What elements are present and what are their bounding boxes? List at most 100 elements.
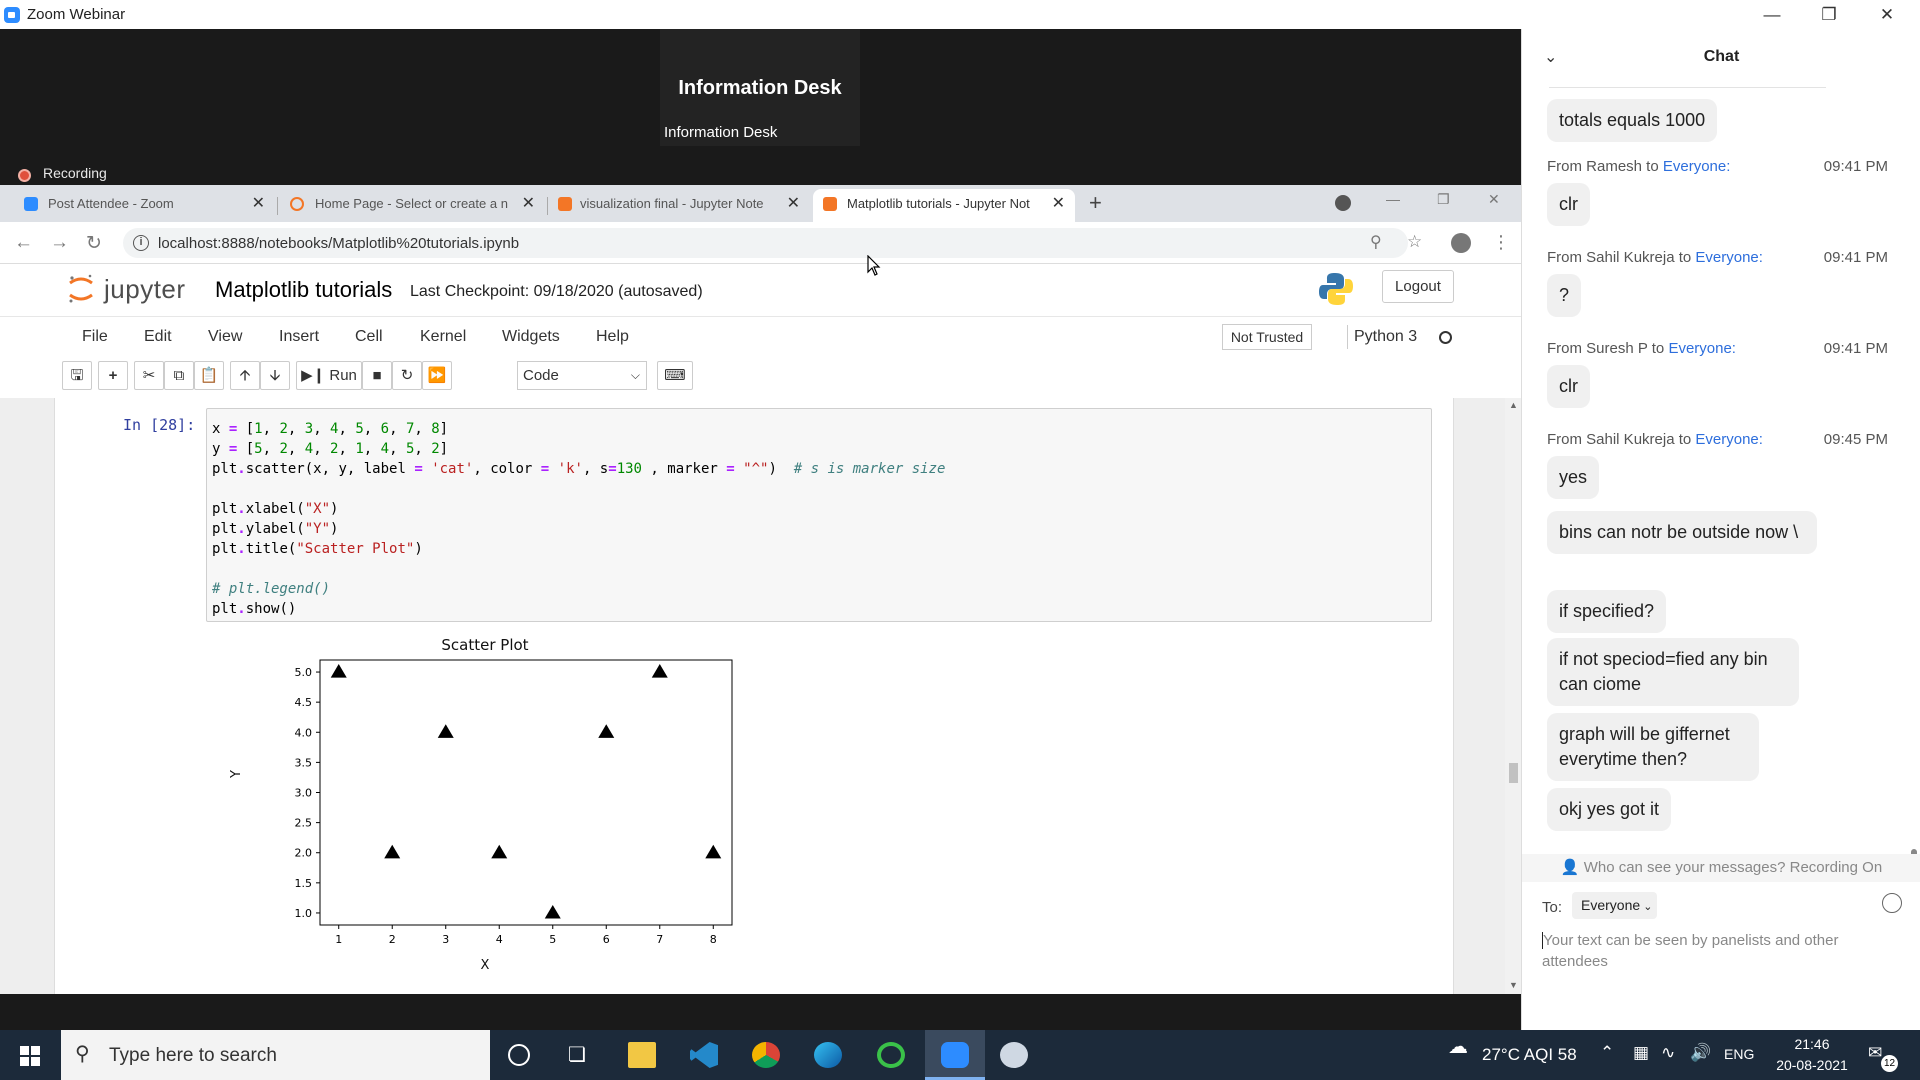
notifications-icon[interactable]: ✉ bbox=[1868, 1043, 1882, 1063]
app-ring-icon[interactable] bbox=[877, 1042, 905, 1068]
insert-cell-icon[interactable]: + bbox=[98, 361, 128, 390]
info-icon[interactable]: i bbox=[133, 235, 149, 251]
kernel-separator bbox=[1347, 325, 1348, 349]
close-tab-icon[interactable]: ✕ bbox=[787, 189, 800, 219]
vscode-icon[interactable] bbox=[690, 1042, 718, 1068]
chevron-up-icon[interactable]: ⌃ bbox=[1600, 1043, 1614, 1063]
browser-menu-icon[interactable]: ⋮ bbox=[1492, 232, 1510, 253]
run-button[interactable]: ▶❙ Run bbox=[296, 361, 362, 390]
forward-icon[interactable]: → bbox=[50, 232, 69, 254]
logout-button[interactable]: Logout bbox=[1382, 270, 1454, 303]
cell-type-select[interactable]: Code ⌵ bbox=[517, 361, 647, 390]
recipient-link[interactable]: Everyone: bbox=[1695, 431, 1763, 448]
notebook-name[interactable]: Matplotlib tutorials bbox=[215, 277, 392, 303]
jupyter-wordmark: jupyter bbox=[104, 274, 186, 304]
bookmark-star-icon[interactable]: ☆ bbox=[1407, 232, 1422, 252]
cortana-icon[interactable] bbox=[508, 1044, 530, 1066]
move-down-icon[interactable]: 🡫 bbox=[260, 361, 290, 390]
weather-cloud-icon[interactable]: ☁ bbox=[1448, 1034, 1468, 1059]
task-view-icon[interactable]: ❏ bbox=[568, 1042, 596, 1068]
edge-icon[interactable] bbox=[814, 1042, 842, 1068]
menu-file[interactable]: File bbox=[82, 328, 108, 346]
not-trusted-badge[interactable]: Not Trusted bbox=[1222, 324, 1312, 350]
browser-minimize-icon[interactable]: — bbox=[1386, 191, 1400, 207]
wifi-icon[interactable]: ∿ bbox=[1661, 1043, 1675, 1063]
scatter-point bbox=[437, 724, 454, 738]
chat-scrollbar[interactable] bbox=[1911, 89, 1917, 879]
jupyter-logo-icon[interactable] bbox=[68, 274, 94, 304]
tab-separator bbox=[547, 197, 548, 215]
scroll-up-icon[interactable]: ▲ bbox=[1509, 400, 1518, 410]
file-explorer-icon[interactable] bbox=[628, 1042, 656, 1068]
meet-now-icon[interactable]: ▦ bbox=[1633, 1043, 1649, 1063]
volume-icon[interactable]: 🔊 bbox=[1690, 1043, 1711, 1063]
chat-bubble: okj yes got it bbox=[1547, 788, 1672, 831]
restart-run-all-icon[interactable]: ⏩ bbox=[422, 361, 452, 390]
language-indicator[interactable]: ENG bbox=[1724, 1046, 1754, 1062]
checkpoint-status: Last Checkpoint: 09/18/2020 (autosaved) bbox=[410, 283, 703, 300]
scroll-down-icon[interactable]: ▼ bbox=[1509, 980, 1518, 990]
chat-bubble: graph will be giffernet everytime then? bbox=[1547, 713, 1759, 781]
scatter-plot-svg: Scatter Plot X Y 1 2 3 4 5 6 7 8 1.0 1.5 2.0 2.5 3.0… bbox=[229, 636, 733, 973]
app-icon[interactable] bbox=[1000, 1042, 1028, 1068]
close-tab-icon[interactable]: ✕ bbox=[252, 189, 265, 219]
browser-tab[interactable]: Post Attendee - Zoom ✕ bbox=[0, 189, 275, 222]
menu-widgets[interactable]: Widgets bbox=[502, 328, 560, 346]
copy-icon[interactable]: ⧉ bbox=[164, 361, 194, 390]
tab-label: Matplotlib tutorials - Jupyter Not bbox=[847, 196, 1030, 211]
address-bar[interactable]: i localhost:8888/notebooks/Matplotlib%20… bbox=[123, 228, 1408, 258]
close-tab-icon[interactable]: ✕ bbox=[522, 189, 535, 219]
interrupt-icon[interactable]: ■ bbox=[362, 361, 392, 390]
browser-tab[interactable]: Home Page - Select or create a n ✕ bbox=[280, 189, 545, 222]
browser-tab-active[interactable]: Matplotlib tutorials - Jupyter Not ✕ bbox=[813, 189, 1075, 222]
weather-text[interactable]: 27°C AQI 58 bbox=[1482, 1045, 1577, 1065]
close-icon[interactable]: ✕ bbox=[1858, 0, 1916, 29]
command-palette-icon[interactable]: ⌨ bbox=[657, 361, 693, 390]
profile-avatar-icon[interactable] bbox=[1451, 233, 1471, 253]
cut-icon[interactable]: ✂ bbox=[134, 361, 164, 390]
close-tab-icon[interactable]: ✕ bbox=[1052, 189, 1065, 219]
emoji-icon[interactable] bbox=[1882, 893, 1902, 913]
reload-icon[interactable]: ↻ bbox=[86, 232, 102, 255]
chrome-icon[interactable] bbox=[752, 1042, 780, 1068]
privacy-notice[interactable]: 👤 Who can see your messages? Recording O… bbox=[1522, 854, 1920, 882]
message-sender: From Sahil Kukreja to Everyone: bbox=[1547, 431, 1763, 448]
tab-search-icon[interactable] bbox=[1335, 195, 1351, 211]
code-cell[interactable]: x = [1, 2, 3, 4, 5, 6, 7, 8] y = [5, 2, … bbox=[206, 408, 1432, 622]
menu-cell[interactable]: Cell bbox=[355, 328, 383, 346]
recipient-link[interactable]: Everyone: bbox=[1695, 249, 1763, 266]
message-time: 09:45 PM bbox=[1823, 431, 1888, 448]
recipient-link[interactable]: Everyone: bbox=[1663, 158, 1731, 175]
zoom-bottom-strip bbox=[0, 994, 1521, 1030]
menu-insert[interactable]: Insert bbox=[279, 328, 319, 346]
chart-title: Scatter Plot bbox=[441, 636, 528, 654]
taskbar-search[interactable]: ⚲ Type here to search bbox=[61, 1030, 490, 1080]
speaker-tile[interactable]: Information Desk Information Desk bbox=[660, 29, 860, 146]
chat-input[interactable]: Your text can be seen by panelists and o… bbox=[1542, 930, 1862, 972]
notebook-scrollbar[interactable]: ▲ ▼ bbox=[1505, 398, 1521, 994]
scroll-thumb[interactable] bbox=[1509, 763, 1518, 783]
move-up-icon[interactable]: 🡩 bbox=[230, 361, 260, 390]
menu-view[interactable]: View bbox=[208, 328, 242, 346]
zoom-lens-icon[interactable]: ⚲ bbox=[1370, 232, 1382, 252]
paste-icon[interactable]: 📋 bbox=[194, 361, 224, 390]
notebook-tab-icon bbox=[558, 197, 572, 211]
zoom-taskbar-active[interactable] bbox=[925, 1030, 985, 1080]
save-icon[interactable]: 🖫 bbox=[62, 361, 92, 390]
new-tab-icon[interactable]: + bbox=[1089, 190, 1102, 216]
browser-close-icon[interactable]: ✕ bbox=[1488, 191, 1500, 208]
browser-tab[interactable]: visualization final - Jupyter Note ✕ bbox=[550, 189, 810, 222]
back-icon[interactable]: ← bbox=[14, 232, 33, 254]
minimize-icon[interactable]: — bbox=[1743, 0, 1801, 29]
taskbar-clock[interactable]: 21:46 20-08-2021 bbox=[1762, 1034, 1862, 1076]
menu-help[interactable]: Help bbox=[596, 328, 629, 346]
restore-icon[interactable]: ❐ bbox=[1800, 0, 1858, 29]
recipient-select[interactable]: Everyone ⌄ bbox=[1572, 892, 1657, 919]
recipient-link[interactable]: Everyone: bbox=[1668, 340, 1736, 357]
windows-start-icon[interactable] bbox=[20, 1046, 40, 1066]
menu-kernel[interactable]: Kernel bbox=[420, 328, 466, 346]
jupyter-header: jupyter Matplotlib tutorials Last Checkp… bbox=[0, 264, 1521, 317]
browser-restore-icon[interactable]: ❐ bbox=[1437, 191, 1450, 208]
restart-icon[interactable]: ↻ bbox=[392, 361, 422, 390]
menu-edit[interactable]: Edit bbox=[144, 328, 172, 346]
